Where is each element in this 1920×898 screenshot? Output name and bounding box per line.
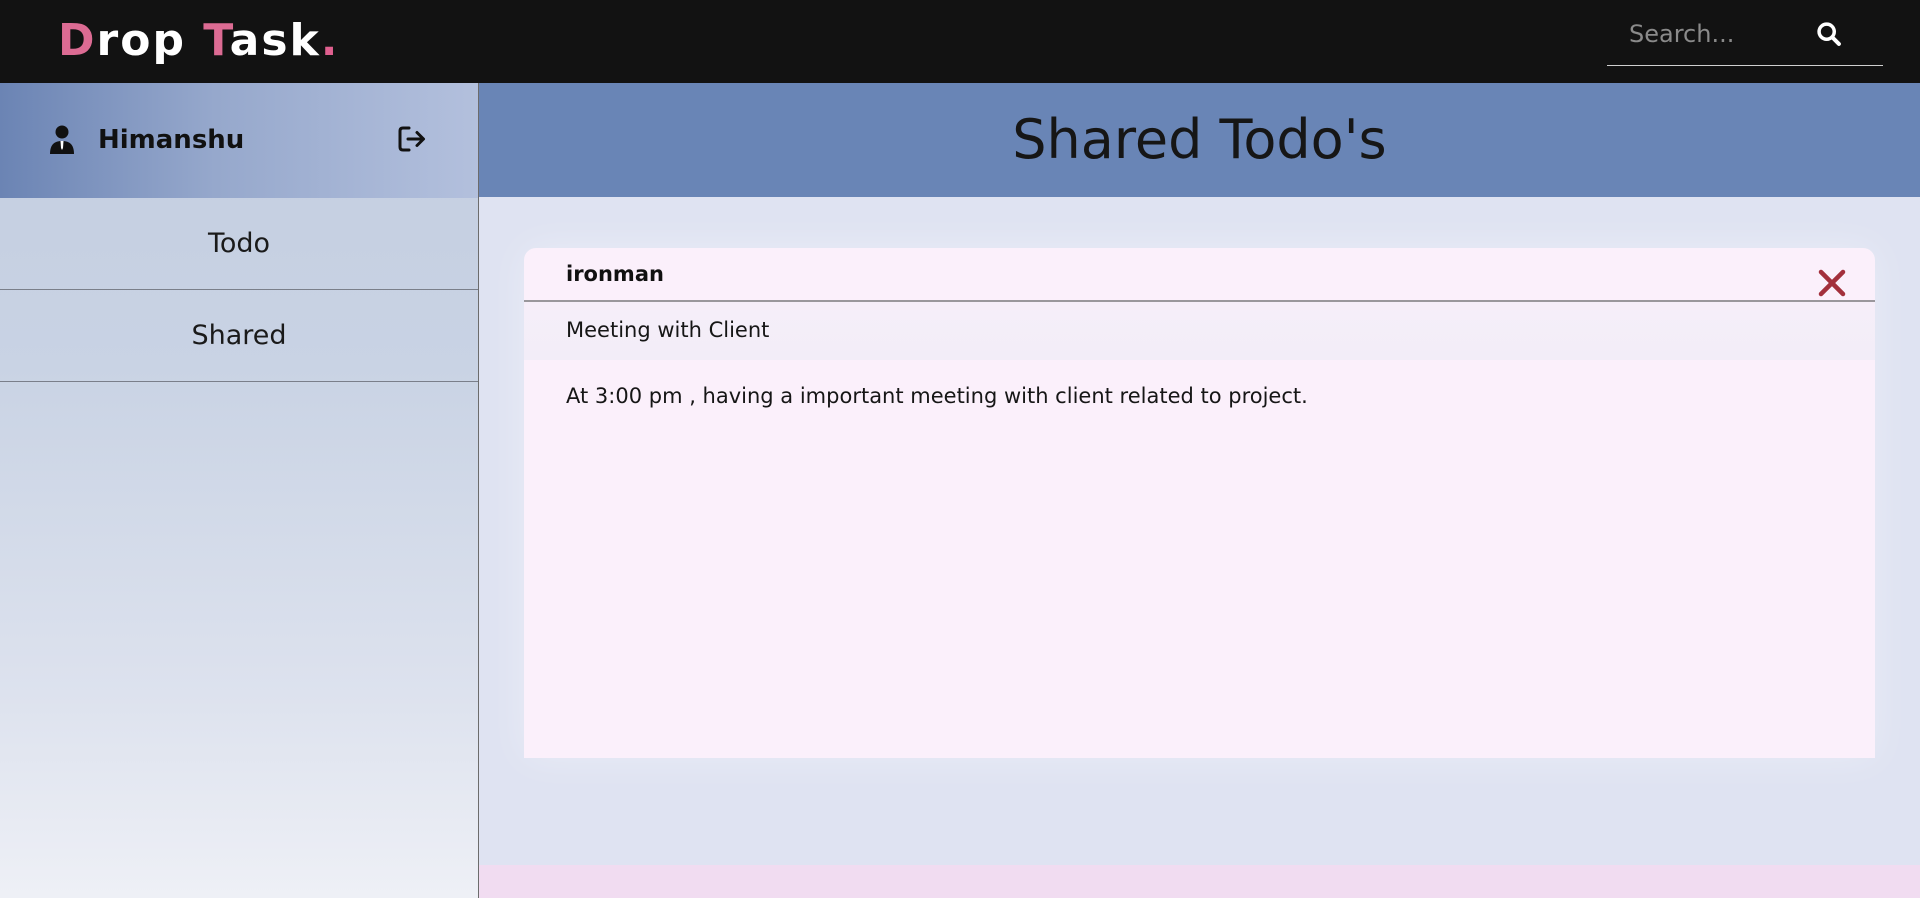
user-icon bbox=[50, 125, 74, 154]
search-input[interactable] bbox=[1629, 16, 1829, 52]
sidebar-item-shared[interactable]: Shared bbox=[0, 290, 478, 382]
logo-text-rop: rop bbox=[96, 15, 204, 66]
todo-title: Meeting with Client bbox=[566, 318, 770, 342]
logo-letter-t: T bbox=[203, 15, 230, 66]
search-icon[interactable] bbox=[1815, 20, 1843, 48]
sidebar: Himanshu Todo Shared bbox=[0, 83, 479, 898]
todo-card: ironman Meeting with Client At 3:00 pm ,… bbox=[524, 248, 1875, 758]
todo-description: At 3:00 pm , having a important meeting … bbox=[566, 384, 1308, 408]
search-box bbox=[1607, 8, 1883, 66]
top-navbar: Drop Task. bbox=[0, 0, 1920, 83]
close-icon[interactable] bbox=[1817, 268, 1847, 298]
todo-card-header: ironman bbox=[524, 248, 1875, 302]
app-logo[interactable]: Drop Task. bbox=[58, 14, 340, 68]
page-header: Shared Todo's bbox=[479, 83, 1920, 197]
logo-letter-d: D bbox=[58, 15, 97, 66]
user-panel: Himanshu bbox=[0, 83, 478, 198]
user-name: Himanshu bbox=[98, 125, 245, 155]
todo-owner: ironman bbox=[566, 262, 664, 286]
logout-icon[interactable] bbox=[396, 123, 428, 155]
main-content: Shared Todo's ironman Meeting with Clien… bbox=[479, 83, 1920, 898]
sidebar-item-todo[interactable]: Todo bbox=[0, 198, 478, 290]
page-title: Shared Todo's bbox=[1012, 108, 1387, 171]
logo-text-ask: ask bbox=[229, 15, 321, 66]
todo-title-row: Meeting with Client bbox=[524, 302, 1875, 360]
footer-strip bbox=[479, 865, 1920, 898]
logo-dot: . bbox=[320, 15, 340, 66]
